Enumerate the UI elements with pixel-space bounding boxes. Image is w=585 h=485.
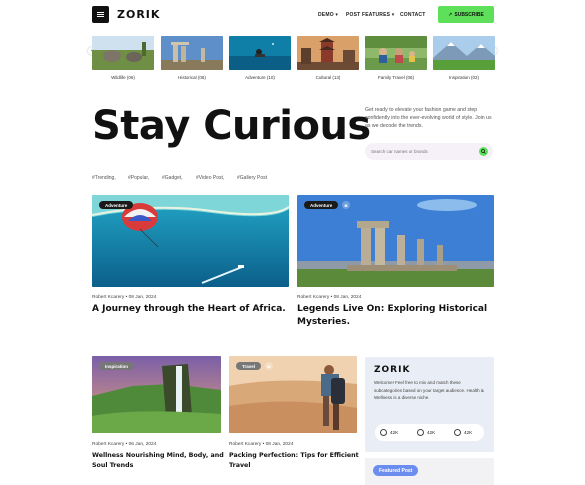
nav-post-features-label: POST FEATURES bbox=[346, 12, 391, 18]
category-family-travel[interactable]: Family Travel (06) bbox=[365, 36, 427, 81]
social-links: 42K 42K 42K bbox=[375, 424, 484, 441]
category-image bbox=[433, 36, 495, 70]
site-header: ZORIK DEMO ▾ POST FEATURES ▾ CONTACT ↗ S… bbox=[0, 0, 585, 30]
menu-line bbox=[97, 12, 104, 13]
chevron-down-icon: ▾ bbox=[335, 12, 339, 18]
category-cultural[interactable]: Cultural (13) bbox=[297, 36, 359, 81]
camera-icon: ◙ bbox=[265, 362, 273, 370]
social-instagram[interactable]: 42K bbox=[454, 429, 472, 436]
social-youtube[interactable]: 42K bbox=[417, 429, 435, 436]
post-author[interactable]: Robert Kcarery bbox=[92, 295, 124, 300]
category-badge[interactable]: Adventure bbox=[304, 201, 339, 209]
category-image bbox=[297, 36, 359, 70]
category-adventure[interactable]: Adventure (10) bbox=[229, 36, 291, 81]
social-facebook[interactable]: 42K bbox=[380, 429, 398, 436]
site-logo[interactable]: ZORIK bbox=[117, 8, 160, 21]
featured-post-label: Featured Post bbox=[373, 465, 419, 476]
category-badge[interactable]: Travel bbox=[236, 362, 262, 370]
menu-line bbox=[97, 14, 104, 15]
social-count: 42K bbox=[464, 430, 473, 435]
social-count: 42K bbox=[427, 430, 436, 435]
search-box bbox=[365, 143, 493, 160]
post-title[interactable]: Wellness Nourishing Mind, Body, and Soul… bbox=[92, 451, 224, 471]
category-badge[interactable]: Inspiration bbox=[99, 362, 135, 370]
category-label: Family Travel (06) bbox=[377, 75, 414, 80]
widget-logo: ZORIK bbox=[374, 365, 411, 375]
tag-link[interactable]: #Trending, bbox=[92, 175, 116, 181]
tag-link[interactable]: #Video Post, bbox=[196, 175, 224, 181]
post-meta: Robert Kcarery • 08 Jan, 2024 bbox=[229, 442, 293, 447]
instagram-icon bbox=[454, 429, 461, 436]
subscribe-label: SUBSCRIBE bbox=[454, 11, 484, 18]
post-author[interactable]: Robert Kcarery bbox=[229, 442, 261, 447]
nav-demo[interactable]: DEMO ▾ bbox=[318, 12, 338, 18]
post-title[interactable]: Packing Perfection: Tips for Efficient T… bbox=[229, 451, 359, 471]
hero-description: Get ready to elevate your fashion game a… bbox=[365, 107, 492, 129]
post-meta: Robert Kcarery • 08 Jan, 2024 bbox=[92, 295, 156, 300]
subscribe-button[interactable]: ↗ SUBSCRIBE bbox=[438, 6, 494, 23]
arrow-up-right-icon: ↗ bbox=[448, 11, 453, 18]
search-icon bbox=[481, 149, 486, 154]
hamburger-menu-button[interactable] bbox=[92, 6, 109, 23]
chevron-down-icon: ▾ bbox=[391, 12, 395, 18]
category-label: Inspiration (02) bbox=[448, 75, 479, 80]
category-label: Wildlife (06) bbox=[111, 75, 135, 80]
social-count: 42K bbox=[390, 430, 399, 435]
tag-link[interactable]: #Gadget, bbox=[162, 175, 183, 181]
category-label: Historical (06) bbox=[178, 75, 206, 80]
nav-contact-label: CONTACT bbox=[400, 12, 426, 18]
post-date: 06 Jan, 2024 bbox=[128, 442, 157, 447]
category-label: Cultural (13) bbox=[315, 75, 341, 80]
category-image bbox=[229, 36, 291, 70]
nav-contact[interactable]: CONTACT bbox=[400, 12, 425, 18]
post-author[interactable]: Robert Kcarery bbox=[297, 295, 329, 300]
category-image bbox=[365, 36, 427, 70]
category-label: Adventure (10) bbox=[245, 75, 275, 80]
post-meta: Robert Kcarery • 06 Jan, 2024 bbox=[92, 442, 156, 447]
tag-link[interactable]: #Gallery Post bbox=[237, 175, 267, 181]
post-title[interactable]: A Journey through the Heart of Africa. bbox=[92, 303, 289, 316]
facebook-icon bbox=[380, 429, 387, 436]
category-wildlife[interactable]: Wildlife (06) bbox=[92, 36, 154, 81]
post-title[interactable]: Legends Live On: Exploring Historical My… bbox=[297, 303, 494, 329]
search-button[interactable] bbox=[479, 147, 488, 156]
post-date: 08 Jan, 2024 bbox=[265, 442, 294, 447]
category-badge[interactable]: Adventure bbox=[99, 201, 134, 209]
tag-link[interactable]: #Popular, bbox=[128, 175, 149, 181]
menu-line bbox=[97, 16, 104, 17]
post-date: 08 Jan, 2024 bbox=[128, 295, 157, 300]
post-meta: Robert Kcarery • 08 Jan, 2024 bbox=[297, 295, 361, 300]
camera-icon: ◙ bbox=[342, 201, 350, 209]
nav-post-features[interactable]: POST FEATURES ▾ bbox=[346, 12, 395, 18]
category-inspiration[interactable]: Inspiration (02) bbox=[433, 36, 495, 81]
post-date: 08 Jan, 2024 bbox=[333, 295, 362, 300]
category-image bbox=[161, 36, 223, 70]
search-input[interactable] bbox=[371, 149, 471, 154]
nav-demo-label: DEMO bbox=[318, 12, 334, 18]
youtube-icon bbox=[417, 429, 424, 436]
category-image bbox=[92, 36, 154, 70]
category-historical[interactable]: Historical (06) bbox=[161, 36, 223, 81]
widget-text: Welcome! Feel free to mix and match thes… bbox=[374, 380, 484, 400]
post-author[interactable]: Robert Kcarery bbox=[92, 442, 124, 447]
hero-title: Stay Curious bbox=[92, 103, 371, 149]
